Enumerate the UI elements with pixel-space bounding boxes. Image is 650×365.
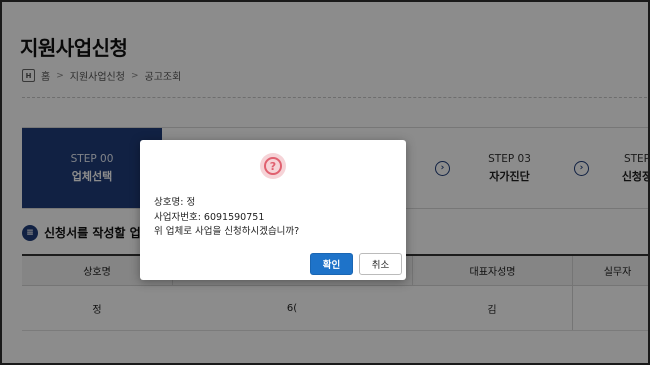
cancel-button[interactable]: 취소 xyxy=(359,253,402,275)
dialog-message: 상호명: 정 사업자번호: 6091590751 위 업체로 사업을 신청하시겠… xyxy=(154,196,299,240)
dialog-company-name: 상호명: 정 xyxy=(154,197,196,208)
dialog-business-number: 사업자번호: 6091590751 xyxy=(154,211,265,223)
question-mark: ? xyxy=(264,157,282,175)
page: 지원사업신청 H 홈 > 지원사업신청 > 공고조회 STEP 00 업체선택 … xyxy=(0,0,650,365)
question-icon: ? xyxy=(260,153,286,179)
dialog-question: 위 업체로 사업을 신청하시겠습니까? xyxy=(154,226,300,237)
confirm-dialog: ? 상호명: 정 사업자번호: 6091590751 위 업체로 사업을 신청하… xyxy=(140,140,406,280)
confirm-button[interactable]: 확인 xyxy=(310,253,353,275)
